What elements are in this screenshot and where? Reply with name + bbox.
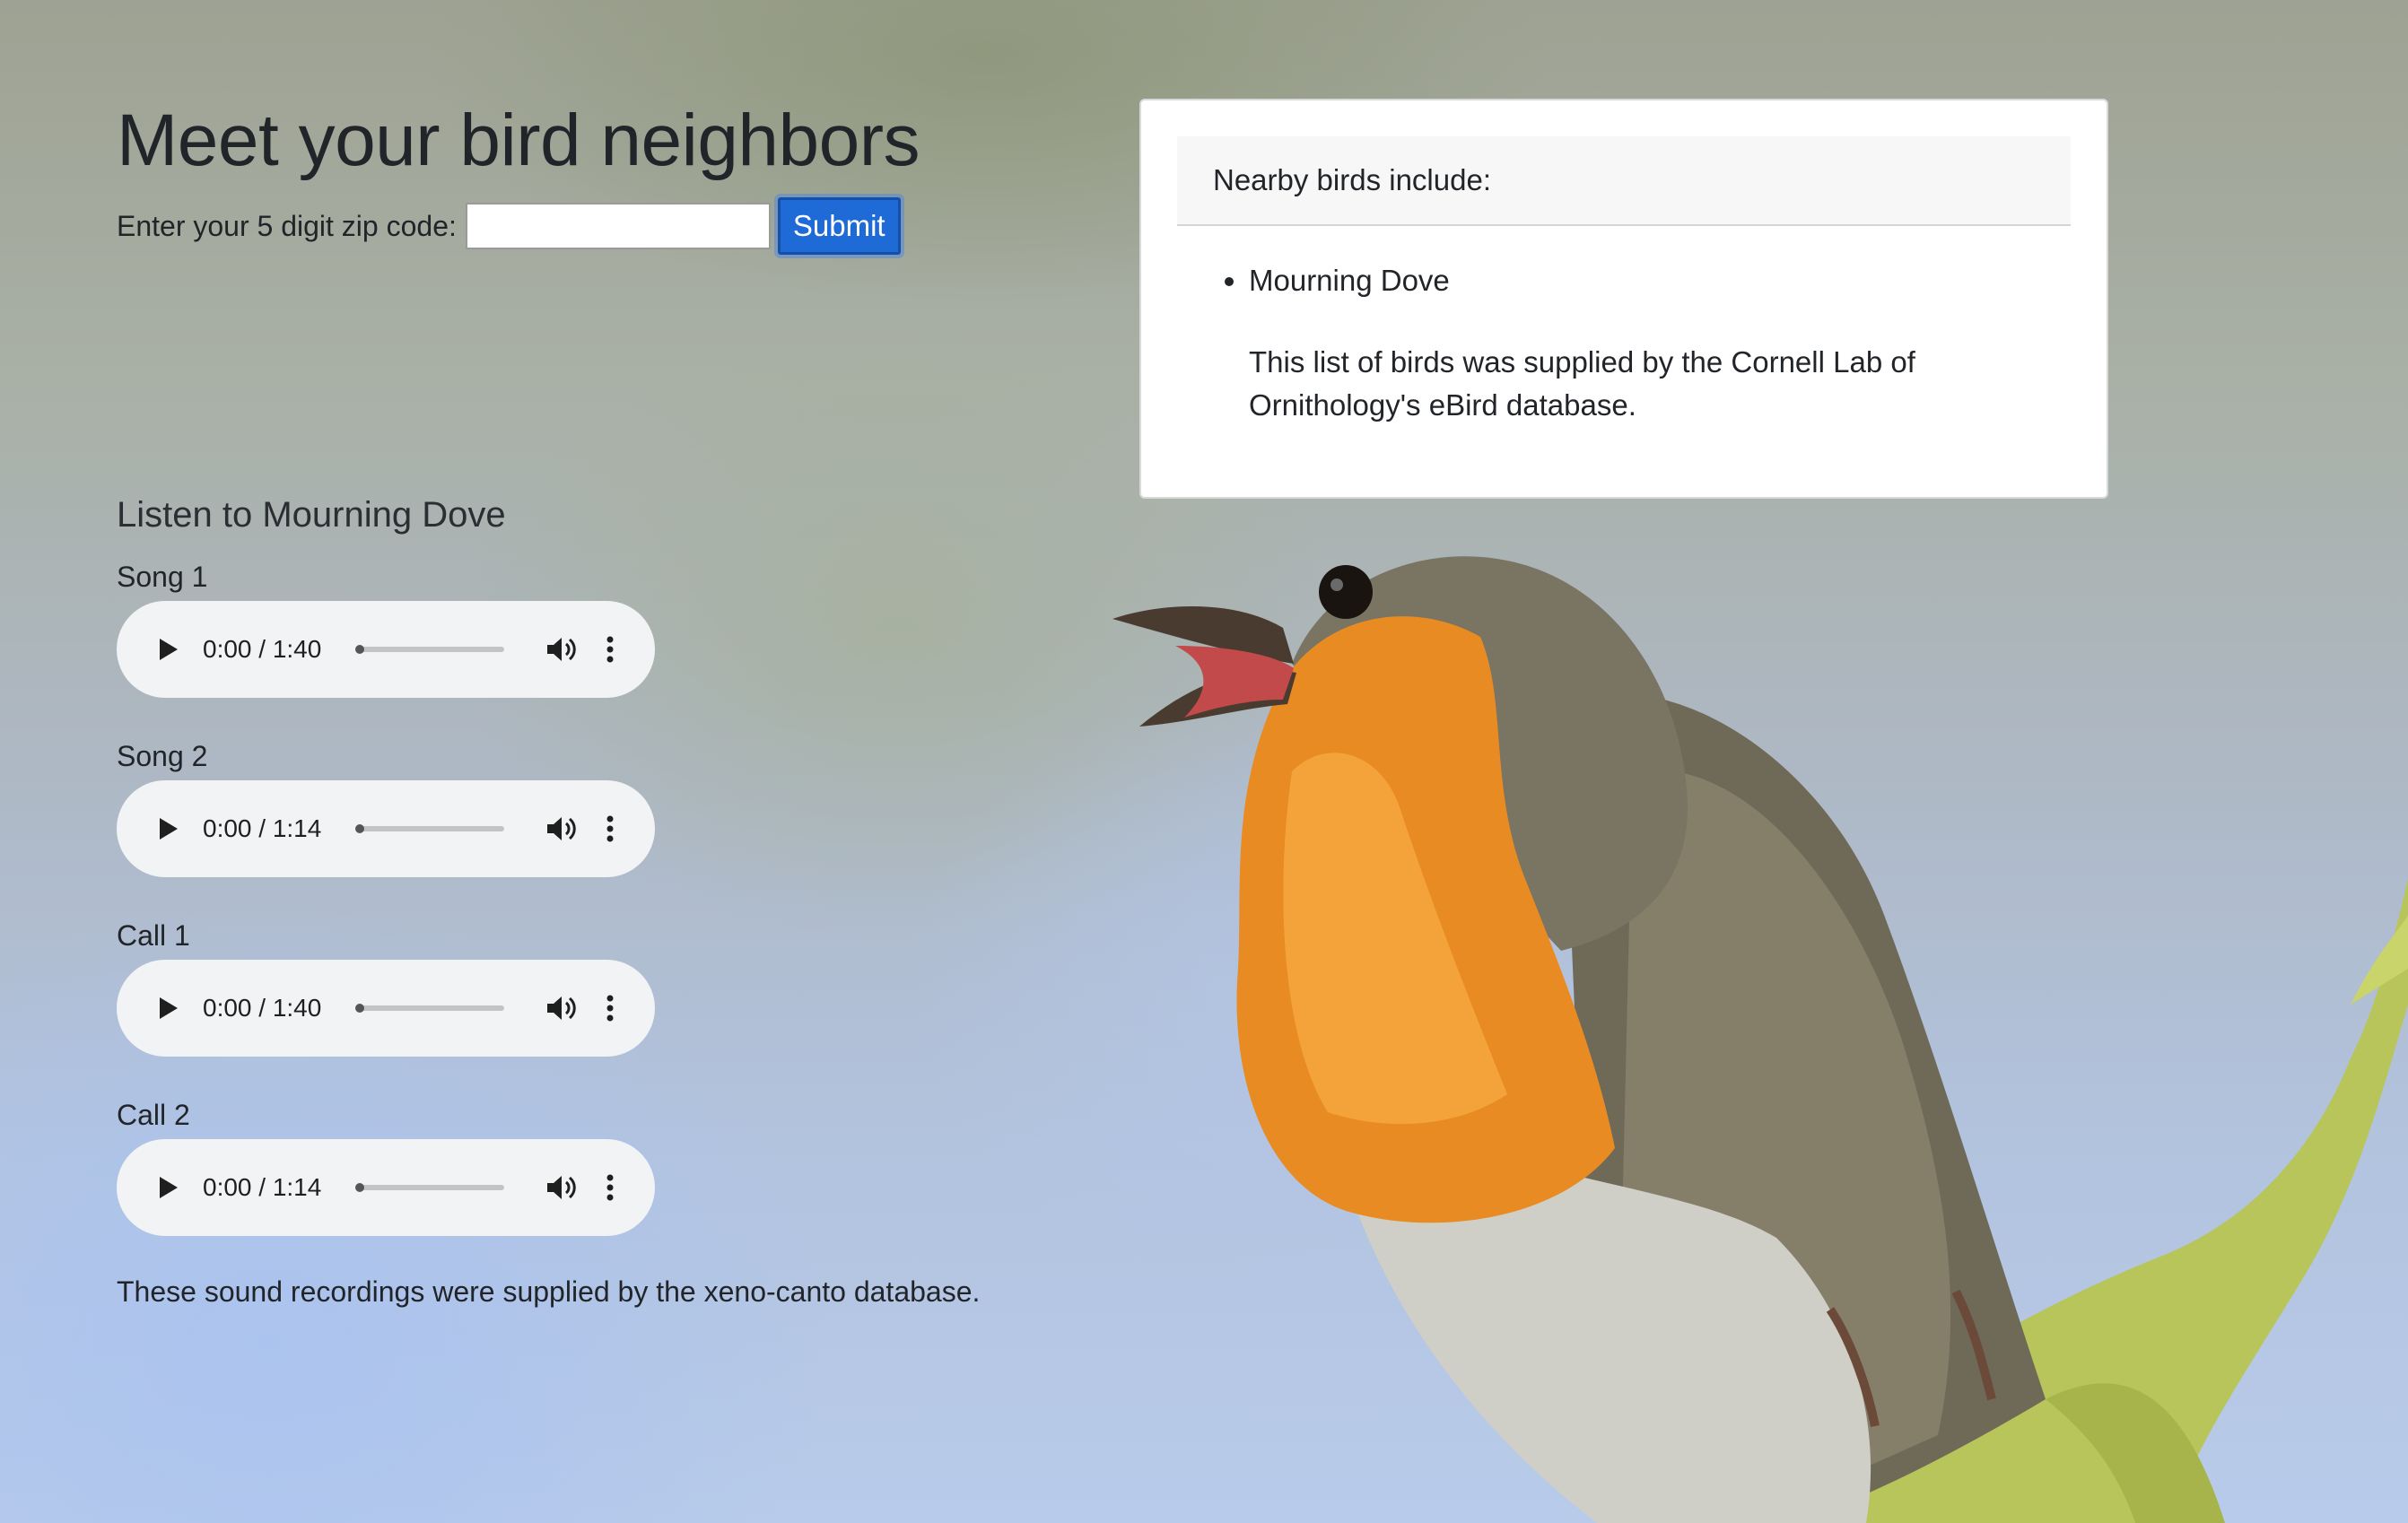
- volume-icon[interactable]: [544, 631, 580, 667]
- recording-label: Song 2: [117, 740, 208, 772]
- recording-label: Call 1: [117, 919, 190, 952]
- play-icon[interactable]: [149, 630, 188, 669]
- zip-input[interactable]: [465, 203, 771, 249]
- progress-handle[interactable]: [355, 824, 364, 834]
- more-vert-icon[interactable]: [601, 631, 619, 667]
- progress-slider[interactable]: [355, 1183, 504, 1193]
- audio-player: 0:00 / 1:14: [117, 1139, 655, 1237]
- submit-button[interactable]: Submit: [773, 194, 904, 258]
- progress-handle[interactable]: [355, 1004, 364, 1014]
- progress-handle[interactable]: [355, 1183, 364, 1193]
- recording-label: Song 1: [117, 561, 208, 593]
- progress-slider[interactable]: [355, 824, 504, 834]
- progress-handle[interactable]: [355, 645, 364, 655]
- volume-icon[interactable]: [544, 1170, 580, 1205]
- recordings-credit: These sound recordings were supplied by …: [117, 1275, 981, 1308]
- zip-form: Enter your 5 digit zip code: Submit: [117, 194, 904, 258]
- audio-player: 0:00 / 1:40: [117, 960, 655, 1057]
- progress-slider[interactable]: [355, 1004, 504, 1014]
- progress-slider[interactable]: [355, 645, 504, 655]
- more-vert-icon[interactable]: [601, 990, 619, 1026]
- zip-label: Enter your 5 digit zip code:: [117, 209, 457, 242]
- audio-player: 0:00 / 1:40: [117, 601, 655, 699]
- page-title: Meet your bird neighbors: [117, 100, 920, 181]
- card-header: Nearby birds include:: [1177, 136, 2071, 226]
- recording-song-2: Song 2 0:00 / 1:14: [117, 739, 655, 878]
- listen-heading: Listen to Mourning Dove: [117, 495, 506, 535]
- time-display: 0:00 / 1:14: [203, 814, 322, 843]
- recording-song-1: Song 1 0:00 / 1:40: [117, 560, 655, 699]
- nearby-birds-card: Nearby birds include: Mourning Dove This…: [1139, 99, 2108, 499]
- audio-player: 0:00 / 1:14: [117, 780, 655, 878]
- time-display: 0:00 / 1:40: [203, 635, 322, 664]
- play-icon[interactable]: [149, 988, 188, 1028]
- ebird-credit: This list of birds was supplied by the C…: [1249, 345, 1915, 422]
- recording-call-2: Call 2 0:00 / 1:14: [117, 1098, 655, 1237]
- play-icon[interactable]: [149, 809, 188, 849]
- time-display: 0:00 / 1:40: [203, 994, 322, 1023]
- recording-call-1: Call 1 0:00 / 1:40: [117, 918, 655, 1057]
- more-vert-icon[interactable]: [601, 811, 619, 847]
- time-display: 0:00 / 1:14: [203, 1173, 322, 1202]
- more-vert-icon[interactable]: [601, 1170, 619, 1205]
- play-icon[interactable]: [149, 1168, 188, 1207]
- list-item: Mourning Dove: [1249, 264, 2071, 298]
- volume-icon[interactable]: [544, 990, 580, 1026]
- volume-icon[interactable]: [544, 811, 580, 847]
- recording-label: Call 2: [117, 1099, 190, 1131]
- robin-background-image: [1112, 556, 2408, 1523]
- bird-list: Mourning Dove: [1177, 264, 2071, 298]
